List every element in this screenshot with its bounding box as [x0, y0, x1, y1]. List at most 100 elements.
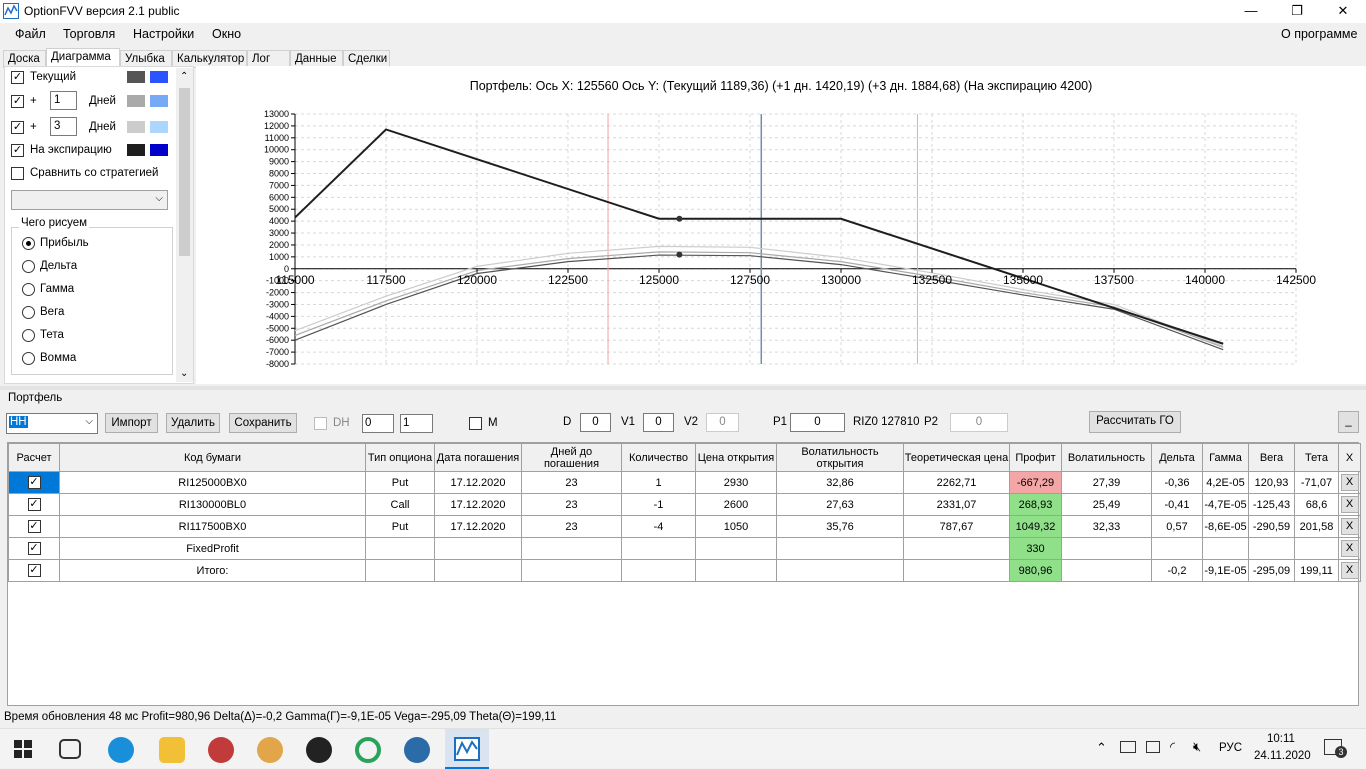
- current-color-swatch[interactable]: [127, 71, 145, 83]
- table-cell[interactable]: [1151, 537, 1203, 560]
- tray-chevron-up-icon[interactable]: ⌃: [1096, 740, 1107, 756]
- browser-icon[interactable]: [404, 737, 430, 763]
- column-header[interactable]: Количество: [621, 443, 696, 472]
- remove-row-cell[interactable]: X: [1338, 537, 1361, 560]
- table-cell[interactable]: -4: [621, 515, 696, 538]
- remove-row-cell[interactable]: X: [1338, 471, 1361, 494]
- remove-row-button[interactable]: X: [1340, 474, 1359, 491]
- quik-icon[interactable]: [355, 737, 381, 763]
- table-cell[interactable]: 4,2E-05: [1202, 471, 1249, 494]
- calc-checkbox-cell[interactable]: ✓: [8, 537, 60, 560]
- expiry-color-swatch-2[interactable]: [150, 144, 168, 156]
- plus1-checkbox[interactable]: ✓: [11, 95, 24, 108]
- menu-file[interactable]: Файл: [15, 27, 46, 41]
- table-cell[interactable]: 35,76: [776, 515, 904, 538]
- paint-icon[interactable]: [208, 737, 234, 763]
- table-cell[interactable]: -125,43: [1248, 493, 1295, 516]
- column-header[interactable]: Цена открытия: [695, 443, 777, 472]
- radio-vomma[interactable]: [22, 352, 35, 365]
- radio-gamma[interactable]: [22, 283, 35, 296]
- battery-icon[interactable]: [1120, 741, 1136, 753]
- table-cell[interactable]: [521, 537, 622, 560]
- table-cell[interactable]: 330: [1009, 537, 1062, 560]
- table-row[interactable]: ✓ Итого: 980,96 -0,2 -9,1E-05 -295,09 199,11 X: [8, 559, 1361, 582]
- table-cell[interactable]: 32,86: [776, 471, 904, 494]
- calc-checkbox-cell[interactable]: ✓: [8, 471, 60, 494]
- column-header[interactable]: Гамма: [1202, 443, 1249, 472]
- calc-checkbox-cell[interactable]: ✓: [8, 493, 60, 516]
- table-cell[interactable]: -71,07: [1294, 471, 1339, 494]
- column-header[interactable]: Дельта: [1151, 443, 1203, 472]
- column-header[interactable]: Волатильность открытия: [776, 443, 904, 472]
- volume-icon[interactable]: 🔇︎: [1193, 739, 1201, 755]
- edge-icon[interactable]: [108, 737, 134, 763]
- remove-row-cell[interactable]: X: [1338, 493, 1361, 516]
- collapse-button[interactable]: _: [1338, 411, 1359, 433]
- table-cell[interactable]: [903, 537, 1010, 560]
- network-icon[interactable]: [1146, 741, 1160, 753]
- radio-vega[interactable]: [22, 306, 35, 319]
- scroll-up-icon[interactable]: ⌃: [180, 71, 188, 82]
- table-cell[interactable]: [1061, 537, 1152, 560]
- table-cell[interactable]: 32,33: [1061, 515, 1152, 538]
- m-checkbox[interactable]: [469, 417, 482, 430]
- table-cell[interactable]: 1049,32: [1009, 515, 1062, 538]
- p1-input[interactable]: 0: [790, 413, 845, 432]
- scroll-thumb[interactable]: [179, 88, 190, 256]
- table-cell[interactable]: -4,7E-05: [1202, 493, 1249, 516]
- optionfvv-taskbar-button[interactable]: [445, 729, 489, 769]
- table-cell[interactable]: -9,1E-05: [1202, 559, 1249, 582]
- table-cell[interactable]: Итого:: [59, 559, 366, 582]
- clock-date[interactable]: 24.11.2020: [1254, 750, 1311, 762]
- table-row[interactable]: ✓ RI125000BX0 Put 17.12.2020 23 1 2930 32,86 226…: [8, 471, 1361, 494]
- wifi-icon[interactable]: ◜: [1170, 739, 1175, 755]
- table-cell[interactable]: Call: [365, 493, 435, 516]
- menu-about[interactable]: О программе: [1281, 27, 1357, 41]
- remove-row-button[interactable]: X: [1340, 562, 1359, 579]
- radio-profit[interactable]: [22, 237, 35, 250]
- table-cell[interactable]: 17.12.2020: [434, 515, 522, 538]
- calc-checkbox[interactable]: ✓: [27, 542, 41, 555]
- table-cell[interactable]: 201,58: [1294, 515, 1339, 538]
- calc-checkbox-cell[interactable]: ✓: [8, 515, 60, 538]
- table-cell[interactable]: -667,29: [1009, 471, 1062, 494]
- remove-row-button[interactable]: X: [1340, 540, 1359, 557]
- table-cell[interactable]: [776, 559, 904, 582]
- table-cell[interactable]: [521, 559, 622, 582]
- payoff-chart[interactable]: 13000 12000 11000 10000 9000 80007000 6000 5000…: [196, 66, 1366, 384]
- table-row[interactable]: ✓ RI117500BX0 Put 17.12.2020 23 -4 1050 35,76 78…: [8, 515, 1361, 538]
- table-cell[interactable]: [903, 559, 1010, 582]
- close-button[interactable]: ✕: [1320, 0, 1366, 23]
- task-view-icon[interactable]: [59, 739, 81, 759]
- v1-input[interactable]: 0: [643, 413, 674, 432]
- file-explorer-icon[interactable]: [159, 737, 185, 763]
- radio-delta[interactable]: [22, 260, 35, 273]
- column-header[interactable]: Код бумаги: [59, 443, 366, 472]
- d-input[interactable]: 0: [580, 413, 611, 432]
- table-cell[interactable]: [1202, 537, 1249, 560]
- table-cell[interactable]: 17.12.2020: [434, 471, 522, 494]
- table-cell[interactable]: [1248, 537, 1295, 560]
- table-cell[interactable]: [1061, 559, 1152, 582]
- table-cell[interactable]: 120,93: [1248, 471, 1295, 494]
- expiry-color-swatch[interactable]: [127, 144, 145, 156]
- calc-checkbox[interactable]: ✓: [27, 498, 41, 511]
- table-cell[interactable]: 2930: [695, 471, 777, 494]
- menu-trading[interactable]: Торговля: [63, 27, 115, 41]
- clock-time[interactable]: 10:11: [1267, 733, 1295, 745]
- strategy-select[interactable]: ⌵: [11, 190, 168, 210]
- table-cell[interactable]: 2262,71: [903, 471, 1010, 494]
- table-cell[interactable]: -1: [621, 493, 696, 516]
- remove-row-cell[interactable]: X: [1338, 515, 1361, 538]
- table-cell[interactable]: 1050: [695, 515, 777, 538]
- calc-checkbox[interactable]: ✓: [27, 476, 41, 489]
- remove-row-button[interactable]: X: [1340, 518, 1359, 535]
- trading-app-icon[interactable]: [306, 737, 332, 763]
- table-cell[interactable]: [621, 537, 696, 560]
- table-cell[interactable]: 23: [521, 471, 622, 494]
- notifications-icon[interactable]: 3: [1324, 739, 1347, 758]
- calc-checkbox[interactable]: ✓: [27, 520, 41, 533]
- table-cell[interactable]: RI117500BX0: [59, 515, 366, 538]
- table-cell[interactable]: 787,67: [903, 515, 1010, 538]
- table-cell[interactable]: 25,49: [1061, 493, 1152, 516]
